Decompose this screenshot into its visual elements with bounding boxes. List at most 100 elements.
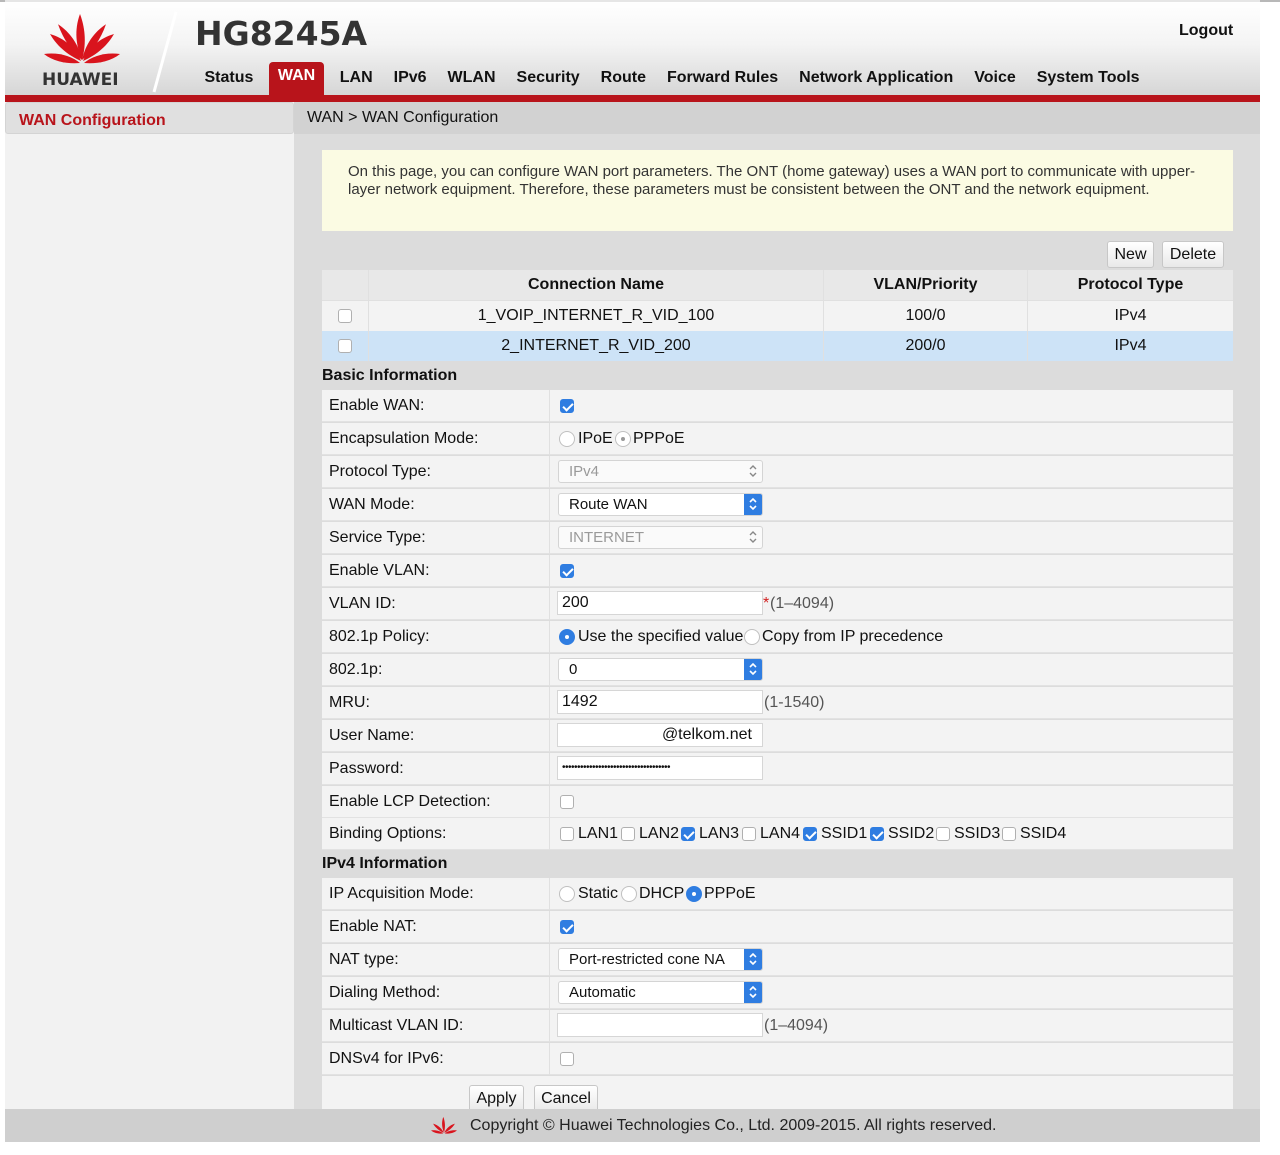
bind-lan3-checkbox[interactable] [681, 827, 695, 841]
sidebar: WAN Configuration [5, 102, 294, 1109]
header-connection-name: Connection Name [369, 270, 824, 300]
multicast-row: Multicast VLAN ID: (1–4094) [322, 1010, 1233, 1042]
nav-network-application[interactable]: Network Application [789, 62, 964, 95]
mru-hint: (1-1540) [764, 694, 825, 711]
required-marker: * [763, 595, 770, 612]
header-vlan-priority: VLAN/Priority [824, 270, 1028, 300]
info-notice: On this page, you can configure WAN port… [322, 150, 1233, 231]
huawei-small-logo-icon [431, 1116, 457, 1134]
password-label: Password: [322, 753, 550, 785]
policy-label: 802.1p Policy: [322, 621, 550, 653]
logout-link[interactable]: Logout [1179, 22, 1233, 40]
nav-voice[interactable]: Voice [964, 62, 1027, 95]
nav-forward-rules[interactable]: Forward Rules [657, 62, 789, 95]
form-buttons-bar [322, 1076, 1233, 1109]
enable-nat-checkbox[interactable] [560, 920, 574, 934]
nav-security[interactable]: Security [506, 62, 590, 95]
nav-route[interactable]: Route [590, 62, 656, 95]
wan-mode-label: WAN Mode: [322, 489, 550, 521]
enable-wan-label: Enable WAN: [322, 390, 550, 422]
cancel-button[interactable]: Cancel [534, 1085, 598, 1112]
bind-ssid2-label: SSID2 [888, 825, 935, 842]
policy-copy-label: Copy from IP precedence [762, 628, 944, 645]
service-type-select[interactable]: INTERNET [558, 526, 763, 549]
nav-ipv6[interactable]: IPv6 [383, 62, 437, 95]
nav-wlan[interactable]: WLAN [437, 62, 506, 95]
mru-row: MRU: 1492 (1-1540) [322, 687, 1233, 719]
bind-lan1-checkbox[interactable] [560, 827, 574, 841]
sidebar-item-wan-configuration[interactable]: WAN Configuration [5, 102, 294, 134]
wan-mode-value: Route WAN [569, 496, 648, 513]
password-input[interactable]: •••••••••••••••••••••••••••••••••••• [557, 756, 763, 780]
dialing-value: Automatic [569, 984, 636, 1001]
header-protocol-type: Protocol Type [1077, 276, 1184, 293]
acq-dhcp-radio[interactable] [621, 886, 637, 902]
nat-type-select[interactable]: Port-restricted cone NA [558, 948, 763, 971]
encap-pppoe-radio[interactable] [615, 431, 631, 447]
chevron-updown-icon [744, 949, 762, 970]
table-row[interactable]: 1_VOIP_INTERNET_R_VID_100 100/0 IPv4 [322, 300, 1233, 331]
table-row-selected[interactable]: 2_INTERNET_R_VID_200 200/0 IPv4 [322, 331, 1233, 361]
basic-info-heading: Basic Information [322, 367, 458, 384]
username-input[interactable]: @telkom.net [557, 723, 763, 747]
multicast-input[interactable] [557, 1013, 763, 1037]
protocol-type-value: IPv4 [569, 463, 600, 480]
apply-button[interactable]: Apply [469, 1085, 524, 1112]
delete-button[interactable]: Delete [1162, 241, 1224, 268]
bind-ssid4-checkbox[interactable] [1002, 827, 1016, 841]
enable-wan-checkbox[interactable] [560, 399, 574, 413]
row-connection-name: 1_VOIP_INTERNET_R_VID_100 [369, 301, 824, 331]
nav-system-tools[interactable]: System Tools [1026, 62, 1150, 95]
nat-type-value: Port-restricted cone NA [569, 951, 725, 968]
row-checkbox[interactable] [338, 339, 352, 353]
p8021-select[interactable]: 0 [558, 658, 763, 681]
enable-vlan-checkbox[interactable] [560, 564, 574, 578]
bind-ssid1-checkbox[interactable] [803, 827, 817, 841]
acq-dhcp-label: DHCP [639, 885, 685, 902]
acq-static-radio[interactable] [559, 886, 575, 902]
vlan-id-label: VLAN ID: [322, 588, 550, 620]
bind-lan4-checkbox[interactable] [742, 827, 756, 841]
policy-row: 802.1p Policy: Use the specified value C… [322, 621, 1233, 653]
wan-mode-select[interactable]: Route WAN [558, 493, 763, 516]
chevron-updown-icon [744, 659, 762, 680]
ip-acquisition-label: IP Acquisition Mode: [322, 878, 550, 910]
multicast-label: Multicast VLAN ID: [322, 1010, 550, 1042]
row-select-cell [322, 301, 369, 331]
dialing-select[interactable]: Automatic [558, 981, 763, 1004]
enable-wan-row: Enable WAN: [322, 390, 1233, 422]
encap-pppoe-label: PPPoE [633, 430, 685, 447]
multicast-hint: (1–4094) [764, 1017, 829, 1034]
nav-lan[interactable]: LAN [329, 62, 383, 95]
bind-lan2-checkbox[interactable] [621, 827, 635, 841]
protocol-type-select[interactable]: IPv4 [558, 460, 763, 483]
ipv4-info-heading: IPv4 Information [322, 855, 448, 872]
username-row: User Name: @telkom.net [322, 720, 1233, 752]
dnsv4-checkbox[interactable] [560, 1052, 574, 1066]
bind-lan2-label: LAN2 [639, 825, 680, 842]
dnsv4-label: DNSv4 for IPv6: [322, 1043, 550, 1075]
policy-copy-radio[interactable] [744, 629, 760, 645]
ip-acquisition-row: IP Acquisition Mode: Static DHCP PPPoE [322, 878, 1233, 910]
breadcrumb-text: WAN > WAN Configuration [307, 109, 499, 126]
vlan-id-hint: (1–4094) [770, 595, 835, 612]
row-checkbox[interactable] [338, 309, 352, 323]
acq-pppoe-radio[interactable] [686, 886, 702, 902]
encap-ipoe-radio[interactable] [559, 431, 575, 447]
new-button[interactable]: New [1107, 241, 1154, 268]
bind-ssid2-checkbox[interactable] [870, 827, 884, 841]
encap-ipoe-label: IPoE [578, 430, 613, 447]
lcp-checkbox[interactable] [560, 795, 574, 809]
nav-wan[interactable]: WAN [268, 62, 325, 95]
password-row: Password: ••••••••••••••••••••••••••••••… [322, 753, 1233, 785]
bind-ssid1-label: SSID1 [821, 825, 868, 842]
bind-ssid3-checkbox[interactable] [936, 827, 950, 841]
header-red-bar [5, 95, 1260, 102]
enable-vlan-row: Enable VLAN: [322, 555, 1233, 587]
mru-input[interactable]: 1492 [557, 690, 763, 714]
policy-specified-radio[interactable] [559, 629, 575, 645]
logo-text: HUAWEI [42, 70, 119, 90]
vlan-id-input[interactable]: 200 [557, 591, 763, 615]
nav-status[interactable]: Status [194, 62, 264, 95]
nat-type-label: NAT type: [322, 944, 550, 976]
